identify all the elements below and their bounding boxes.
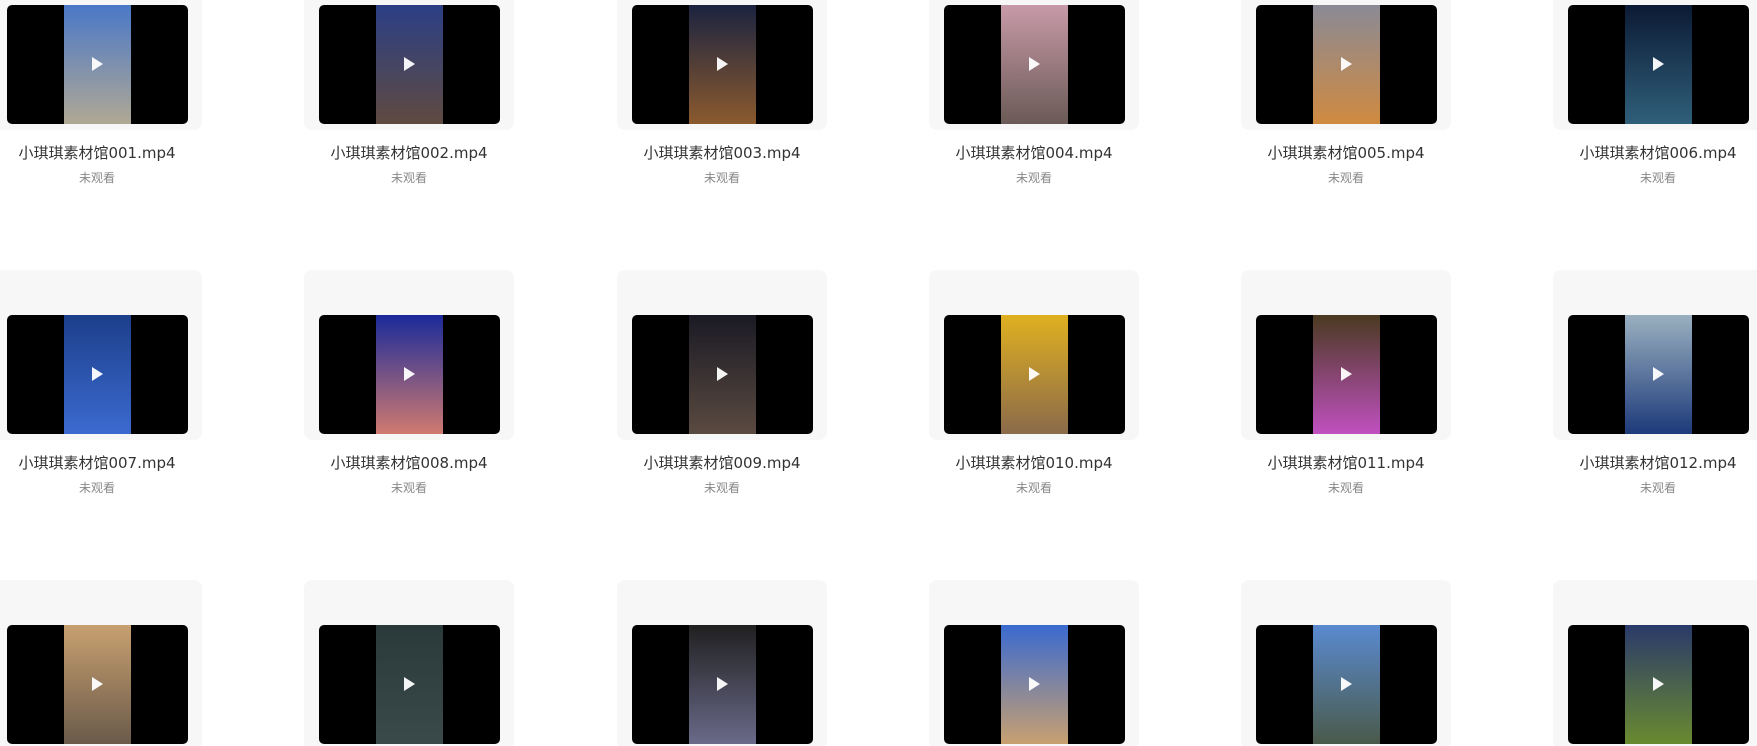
video-thumbnail[interactable] (1256, 315, 1437, 434)
video-thumbnail[interactable] (632, 315, 813, 434)
play-icon[interactable] (1653, 677, 1664, 691)
watch-status: 未观看 (1015, 171, 1052, 185)
play-icon[interactable] (1029, 367, 1040, 381)
play-icon[interactable] (717, 677, 728, 691)
video-filename[interactable]: 小琪琪素材馆010.mp4 (929, 452, 1139, 473)
play-icon[interactable] (92, 367, 103, 381)
play-icon[interactable] (404, 57, 415, 71)
watch-status: 未观看 (78, 481, 115, 495)
video-thumbnail[interactable] (319, 625, 500, 744)
video-thumbnail[interactable] (1568, 5, 1749, 124)
video-thumbnail[interactable] (319, 315, 500, 434)
video-thumbnail[interactable] (944, 315, 1125, 434)
video-thumbnail[interactable] (7, 315, 188, 434)
play-icon[interactable] (1341, 57, 1352, 71)
video-thumbnail[interactable] (7, 5, 188, 124)
watch-status: 未观看 (1639, 171, 1676, 185)
play-icon[interactable] (1029, 57, 1040, 71)
video-filename[interactable]: 小琪琪素材馆007.mp4 (0, 452, 202, 473)
video-thumbnail[interactable] (632, 625, 813, 744)
play-icon[interactable] (717, 367, 728, 381)
video-thumbnail[interactable] (7, 625, 188, 744)
video-filename[interactable]: 小琪琪素材馆011.mp4 (1241, 452, 1451, 473)
play-icon[interactable] (1653, 57, 1664, 71)
watch-status: 未观看 (703, 171, 740, 185)
play-icon[interactable] (717, 57, 728, 71)
watch-status: 未观看 (1639, 481, 1676, 495)
video-filename[interactable]: 小琪琪素材馆006.mp4 (1553, 142, 1757, 163)
video-thumbnail[interactable] (1256, 5, 1437, 124)
video-filename[interactable]: 小琪琪素材馆003.mp4 (617, 142, 827, 163)
video-thumbnail[interactable] (944, 625, 1125, 744)
video-thumbnail[interactable] (944, 5, 1125, 124)
watch-status: 未观看 (1015, 481, 1052, 495)
watch-status: 未观看 (390, 171, 427, 185)
video-filename[interactable]: 小琪琪素材馆001.mp4 (0, 142, 202, 163)
video-thumbnail[interactable] (1568, 625, 1749, 744)
play-icon[interactable] (404, 677, 415, 691)
watch-status: 未观看 (78, 171, 115, 185)
play-icon[interactable] (404, 367, 415, 381)
play-icon[interactable] (1653, 367, 1664, 381)
video-thumbnail[interactable] (632, 5, 813, 124)
play-icon[interactable] (1029, 677, 1040, 691)
watch-status: 未观看 (1327, 171, 1364, 185)
video-filename[interactable]: 小琪琪素材馆009.mp4 (617, 452, 827, 473)
video-grid: 小琪琪素材馆001.mp4 未观看 小琪琪素材馆002.mp4 未观看 小琪琪素材馆00… (0, 0, 1757, 746)
video-thumbnail[interactable] (319, 5, 500, 124)
video-filename[interactable]: 小琪琪素材馆004.mp4 (929, 142, 1139, 163)
watch-status: 未观看 (1327, 481, 1364, 495)
play-icon[interactable] (1341, 677, 1352, 691)
play-icon[interactable] (92, 57, 103, 71)
watch-status: 未观看 (703, 481, 740, 495)
play-icon[interactable] (92, 677, 103, 691)
video-thumbnail[interactable] (1256, 625, 1437, 744)
video-filename[interactable]: 小琪琪素材馆008.mp4 (304, 452, 514, 473)
watch-status: 未观看 (390, 481, 427, 495)
video-filename[interactable]: 小琪琪素材馆005.mp4 (1241, 142, 1451, 163)
play-icon[interactable] (1341, 367, 1352, 381)
video-thumbnail[interactable] (1568, 315, 1749, 434)
video-filename[interactable]: 小琪琪素材馆012.mp4 (1553, 452, 1757, 473)
video-filename[interactable]: 小琪琪素材馆002.mp4 (304, 142, 514, 163)
